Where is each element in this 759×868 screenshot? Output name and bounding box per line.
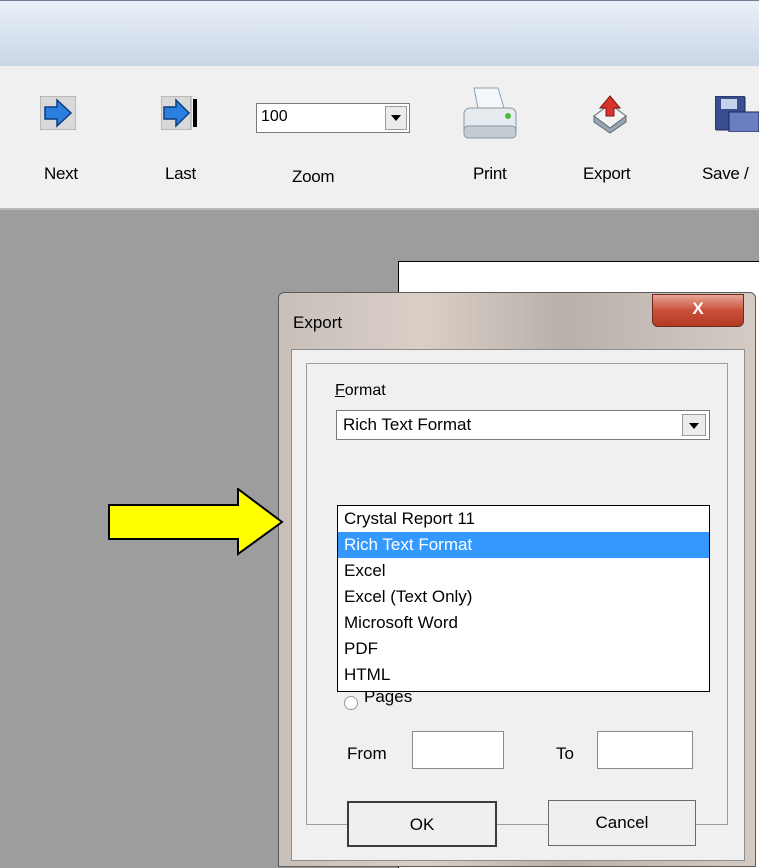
zoom-label: Zoom [292, 167, 335, 186]
export-icon[interactable] [590, 94, 630, 134]
format-option-rich-text[interactable]: Rich Text Format [338, 532, 709, 558]
next-arrow-icon[interactable] [40, 96, 76, 130]
save-icon[interactable] [715, 96, 759, 132]
window-title-bar [0, 0, 759, 67]
ok-button[interactable]: OK [347, 801, 497, 847]
export-dialog: Export X Format Rich Text Format Pages C… [278, 292, 756, 867]
printer-icon[interactable] [458, 86, 522, 144]
report-toolbar: Next Last 100 Zoom Print Export Save / [0, 66, 759, 210]
dialog-title: Export [293, 313, 343, 332]
close-button[interactable]: X [652, 294, 744, 327]
dialog-client-area: Format Rich Text Format Pages Crystal Re… [291, 349, 745, 861]
close-icon: X [692, 299, 704, 318]
format-dropdown-list: Crystal Report 11 Rich Text Format Excel… [337, 505, 710, 692]
zoom-select[interactable]: 100 [256, 103, 410, 133]
print-button-label[interactable]: Print [473, 164, 507, 184]
export-button-label[interactable]: Export [583, 164, 631, 184]
format-selected-value: Rich Text Format [343, 415, 472, 434]
format-option-crystal-report[interactable]: Crystal Report 11 [338, 506, 709, 532]
pages-radio[interactable] [344, 696, 358, 710]
annotation-arrow-icon [108, 488, 284, 556]
format-option-pdf[interactable]: PDF [338, 636, 709, 662]
to-page-input[interactable] [597, 731, 693, 769]
zoom-dropdown-button[interactable] [385, 106, 407, 130]
last-arrow-icon[interactable] [161, 96, 201, 130]
format-select[interactable]: Rich Text Format [336, 410, 710, 440]
format-dropdown-button[interactable] [682, 414, 706, 436]
format-option-microsoft-word[interactable]: Microsoft Word [338, 610, 709, 636]
zoom-value: 100 [261, 108, 288, 125]
from-label: From [347, 744, 387, 763]
format-label-rest: ormat [344, 382, 386, 399]
format-label: Format [335, 382, 386, 400]
chevron-down-icon [689, 423, 699, 429]
next-button-label[interactable]: Next [44, 164, 78, 184]
last-button-label[interactable]: Last [165, 164, 196, 184]
format-label-accesskey: F [335, 382, 345, 399]
format-option-excel-text-only[interactable]: Excel (Text Only) [338, 584, 709, 610]
from-page-input[interactable] [412, 731, 504, 769]
cancel-button[interactable]: Cancel [548, 800, 696, 846]
format-option-html[interactable]: HTML [338, 662, 709, 688]
chevron-down-icon [391, 115, 401, 121]
format-option-excel[interactable]: Excel [338, 558, 709, 584]
to-label: To [556, 744, 574, 763]
save-as-button-label[interactable]: Save / [702, 164, 749, 184]
